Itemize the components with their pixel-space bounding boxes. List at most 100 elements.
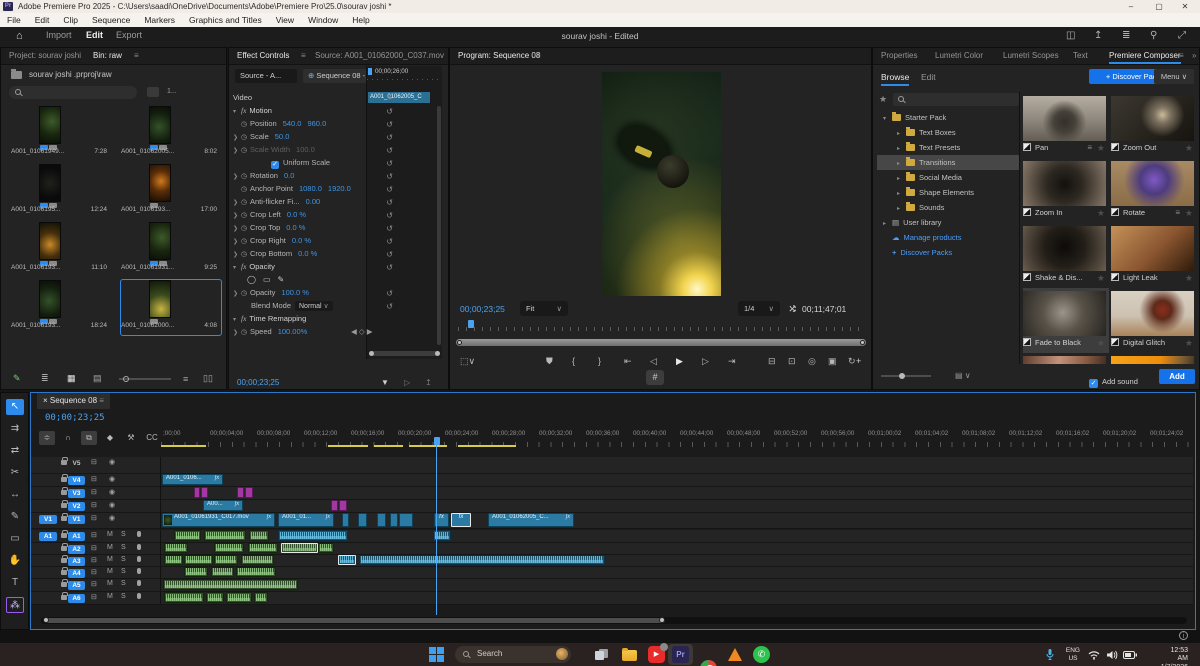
track-badge-v1[interactable]: V1: [68, 515, 85, 524]
voiceover-mic-icon[interactable]: [137, 544, 141, 550]
timeline-clip[interactable]: [377, 513, 386, 527]
add-sound-checkbox[interactable]: ✓Add sound: [1089, 371, 1138, 389]
ellipse-mask-icon[interactable]: ◯: [247, 275, 256, 284]
stopwatch-icon[interactable]: ◷: [241, 289, 250, 297]
timeline-clip[interactable]: A001_0106...fx: [162, 474, 223, 485]
preset-item-pan[interactable]: Pan≡★: [1023, 96, 1106, 155]
info-icon[interactable]: i: [1179, 631, 1188, 640]
safe-margins-icon[interactable]: ⬚∨: [460, 356, 475, 367]
subtab-browse[interactable]: Browse: [881, 72, 909, 86]
comparison-view-icon[interactable]: ▣: [828, 356, 837, 367]
track-badge-v5[interactable]: V5: [68, 459, 85, 468]
tab-properties[interactable]: Properties: [881, 51, 917, 60]
lift-icon[interactable]: ⊟: [768, 356, 776, 367]
stopwatch-icon[interactable]: ◷: [241, 198, 250, 206]
menu-edit[interactable]: Edit: [28, 13, 57, 27]
favorite-star-icon[interactable]: ★: [1185, 141, 1193, 155]
program-playhead[interactable]: [468, 320, 474, 328]
mark-in-icon[interactable]: {: [572, 356, 575, 366]
playback-resolution-select[interactable]: 1/4∨: [738, 301, 780, 316]
chevron-right-icon[interactable]: ❯: [233, 173, 241, 180]
chevron-right-icon[interactable]: ❯: [233, 251, 241, 258]
preset-item-light-leak[interactable]: Light Leak★: [1111, 226, 1194, 285]
subtab-edit[interactable]: Edit: [921, 72, 936, 82]
lock-icon[interactable]: [61, 477, 67, 482]
program-scrollbar[interactable]: [456, 339, 866, 346]
panel-menu-icon[interactable]: ≡: [301, 51, 306, 60]
favorite-star-icon[interactable]: ★: [1097, 141, 1105, 155]
reset-icon[interactable]: ↺: [386, 237, 393, 246]
reset-icon[interactable]: ↺: [386, 224, 393, 233]
param-value[interactable]: 1920.0: [328, 184, 351, 193]
sync-lock-icon[interactable]: ⊟: [91, 475, 97, 483]
share-icon[interactable]: ↥: [1094, 30, 1102, 41]
pen-mask-icon[interactable]: ✎: [278, 275, 285, 284]
track-lane-a1[interactable]: [161, 530, 1193, 543]
project-clip[interactable]: A001_01062000...4:08: [121, 280, 221, 335]
timeline-clip[interactable]: [214, 543, 244, 553]
sync-lock-icon[interactable]: ⊟: [91, 593, 97, 601]
param-value[interactable]: 0.00: [306, 197, 321, 206]
preset-item-zoom-in[interactable]: Zoom In★: [1023, 161, 1106, 220]
chevron-right-icon[interactable]: ❯: [233, 199, 241, 206]
reset-icon[interactable]: ↺: [386, 302, 393, 311]
voiceover-mic-icon[interactable]: [137, 556, 141, 562]
preset-item-zoom-out[interactable]: Zoom Out★: [1111, 96, 1194, 155]
chevron-right-icon[interactable]: ❯: [233, 147, 241, 154]
timeline-settings-icon[interactable]: ⚒: [123, 431, 139, 445]
timeline-clip[interactable]: [331, 500, 338, 511]
folder-up-icon[interactable]: [11, 71, 22, 79]
solo-icon[interactable]: S: [121, 531, 126, 538]
sort-icon[interactable]: ≡: [183, 374, 188, 384]
workspaces-icon[interactable]: ≣: [1122, 30, 1130, 41]
mute-icon[interactable]: M: [107, 544, 113, 551]
tab-premiere-composer[interactable]: Premiere Composer: [1109, 51, 1181, 64]
reset-icon[interactable]: ↺: [386, 289, 393, 298]
chevron-down-icon[interactable]: ▾: [233, 264, 241, 271]
timeline-clip[interactable]: A001_01...fx: [278, 513, 334, 527]
solo-icon[interactable]: S: [121, 593, 126, 600]
timeline-hscrollbar[interactable]: [41, 617, 1187, 624]
mute-icon[interactable]: M: [107, 593, 113, 600]
reset-icon[interactable]: ↺: [386, 250, 393, 259]
mute-icon[interactable]: M: [107, 556, 113, 563]
track-badge-v2[interactable]: V2: [68, 502, 85, 511]
project-clip[interactable]: A001_0106193...17:00: [121, 164, 221, 219]
track-badge-v4[interactable]: V4: [68, 476, 85, 485]
chevron-right-icon[interactable]: ❯: [233, 225, 241, 232]
source-clip-button[interactable]: Source - A...: [235, 69, 297, 83]
panel-menu-icon[interactable]: ≡: [134, 51, 139, 60]
track-badge-a4[interactable]: A4: [68, 569, 85, 578]
timeline-clip[interactable]: [204, 530, 246, 541]
param-value[interactable]: 50.0: [275, 132, 290, 141]
preset-item-digital-glitch[interactable]: Digital Glitch★: [1111, 291, 1194, 350]
timeline-clip[interactable]: [390, 513, 398, 527]
timeline-clip[interactable]: [164, 592, 204, 603]
freeform-view-icon[interactable]: ▤: [93, 373, 102, 384]
timeline-clip[interactable]: [248, 543, 278, 553]
blend-mode-select[interactable]: Normal ∨: [295, 301, 333, 311]
more-panels-icon[interactable]: »: [1192, 51, 1196, 60]
tree-item-text-presets[interactable]: ▸Text Presets: [877, 140, 1019, 155]
mute-icon[interactable]: M: [107, 580, 113, 587]
timeline-clip[interactable]: [194, 487, 200, 498]
taskbar-search[interactable]: Search: [455, 646, 571, 663]
tab-lumetri-color[interactable]: Lumetri Color: [935, 51, 983, 60]
bin-breadcrumb[interactable]: sourav joshi .prproj\raw: [29, 70, 112, 79]
timeline-clip[interactable]: [339, 500, 347, 511]
timeline-clip[interactable]: [164, 543, 188, 553]
nest-toggle-icon[interactable]: ≑: [39, 431, 55, 445]
timeline-clip[interactable]: [249, 530, 269, 541]
track-lane-v4[interactable]: A001_0106...fx: [161, 474, 1193, 487]
fx-icon[interactable]: fx: [241, 262, 246, 271]
menu-view[interactable]: View: [269, 13, 301, 27]
captions-icon[interactable]: CC: [144, 431, 160, 445]
lock-icon[interactable]: [61, 490, 67, 495]
premiere-taskbar-icon[interactable]: Pr: [672, 646, 689, 663]
solo-icon[interactable]: S: [121, 568, 126, 575]
stopwatch-icon[interactable]: ◷: [241, 120, 250, 128]
add-button-icon[interactable]: +: [856, 356, 861, 366]
stopwatch-icon[interactable]: ◷: [241, 250, 250, 258]
program-scrub-bar[interactable]: [458, 322, 864, 331]
file-explorer-icon[interactable]: [622, 646, 639, 663]
